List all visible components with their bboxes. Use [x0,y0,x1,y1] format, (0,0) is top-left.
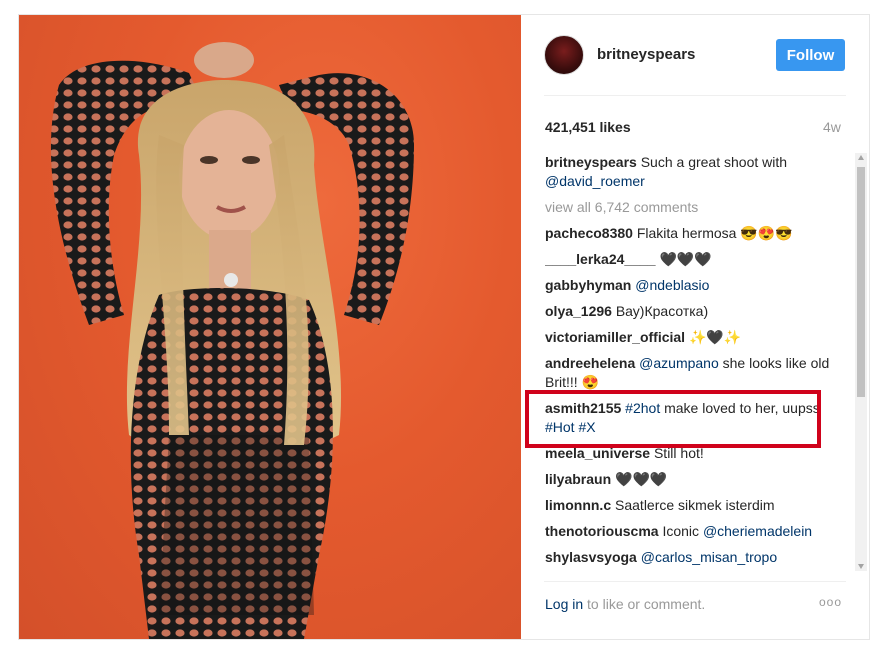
comment-username[interactable]: gabbyhyman [545,277,631,293]
list-item: lilyabraun 🖤🖤🖤 [545,470,845,489]
emoji-icon: 🖤🖤🖤 [615,471,668,487]
likes-count[interactable]: 421,451 likes [545,119,631,135]
comment-username[interactable]: britneyspears [545,154,637,170]
post-username[interactable]: britneyspears [597,46,695,63]
post-sidebar: britneyspears Follow 421,451 likes 4w br… [521,15,869,639]
comment-username[interactable]: victoriamiller_official [545,329,685,345]
comment-username[interactable]: limonnn.c [545,497,611,513]
mention-link[interactable]: @carlos_misan_tropo [641,549,777,565]
list-item: pacheco8380 Flakita hermosa 😎😍😎 [545,224,845,243]
comment-username[interactable]: ____lerka24____ [545,251,656,267]
list-item: gabbyhyman @ndeblasio [545,276,845,295]
scroll-thumb[interactable] [857,167,865,397]
login-prompt: Log in to like or comment. [545,596,705,612]
scroll-up-icon[interactable] [858,155,864,160]
comment-scrollbar[interactable] [855,153,867,571]
post-time[interactable]: 4w [823,119,841,135]
comment-text: Вау)Красотка) [615,303,709,319]
mention-link[interactable]: @david_roemer [545,173,645,189]
login-text: to like or comment. [587,596,706,612]
comment-username[interactable]: lilyabraun [545,471,611,487]
comment-list: britneyspears Such a great shoot with @d… [545,153,845,571]
mention-link[interactable]: @cheriemadelein [703,523,812,539]
emoji-icon: 😎😍😎 [740,225,793,241]
list-item: victoriamiller_official ✨🖤✨ [545,328,845,347]
mention-link[interactable]: @ndeblasio [635,277,709,293]
emoji-icon: ✨🖤✨ [688,329,742,345]
comment-text: Saatlerce sikmek isterdim [615,497,775,513]
avatar[interactable] [544,35,584,75]
caption: britneyspears Such a great shoot with @d… [545,153,845,191]
list-item: shylasvsyoga @carlos_misan_tropo [545,548,845,567]
list-item: andreehelena @azumpano she looks like ol… [545,354,845,392]
list-item: ____lerka24____ 🖤🖤🖤 [545,250,845,269]
more-options-icon[interactable]: ooo [819,595,842,609]
comment-username[interactable]: andreehelena [545,355,635,371]
header-divider [544,95,846,96]
login-link[interactable]: Log in [545,596,583,612]
highlight-box [525,390,821,448]
view-all-comments[interactable]: view all 6,742 comments [545,198,845,217]
follow-button[interactable]: Follow [776,39,845,71]
scroll-down-icon[interactable] [858,564,864,569]
comment-username[interactable]: thenotoriouscma [545,523,659,539]
comment-username[interactable]: shylasvsyoga [545,549,637,565]
emoji-icon: 🖤🖤🖤 [659,251,712,267]
list-item: thenotoriouscma Iconic @cheriemadelein [545,522,845,541]
list-item: olya_1296 Вау)Красотка) [545,302,845,321]
post-photo[interactable] [19,15,521,639]
caption-text: Such a great shoot with [640,154,788,170]
photo-figure [50,42,414,639]
mention-link[interactable]: @azumpano [639,355,719,371]
emoji-icon: 😍 [581,374,599,390]
footer-divider [544,581,846,582]
comment-text: Flakita hermosa [636,225,737,241]
comment-username[interactable]: olya_1296 [545,303,612,319]
comment-username[interactable]: pacheco8380 [545,225,633,241]
comment-text: Iconic [662,523,700,539]
list-item: limonnn.c Saatlerce sikmek isterdim [545,496,845,515]
